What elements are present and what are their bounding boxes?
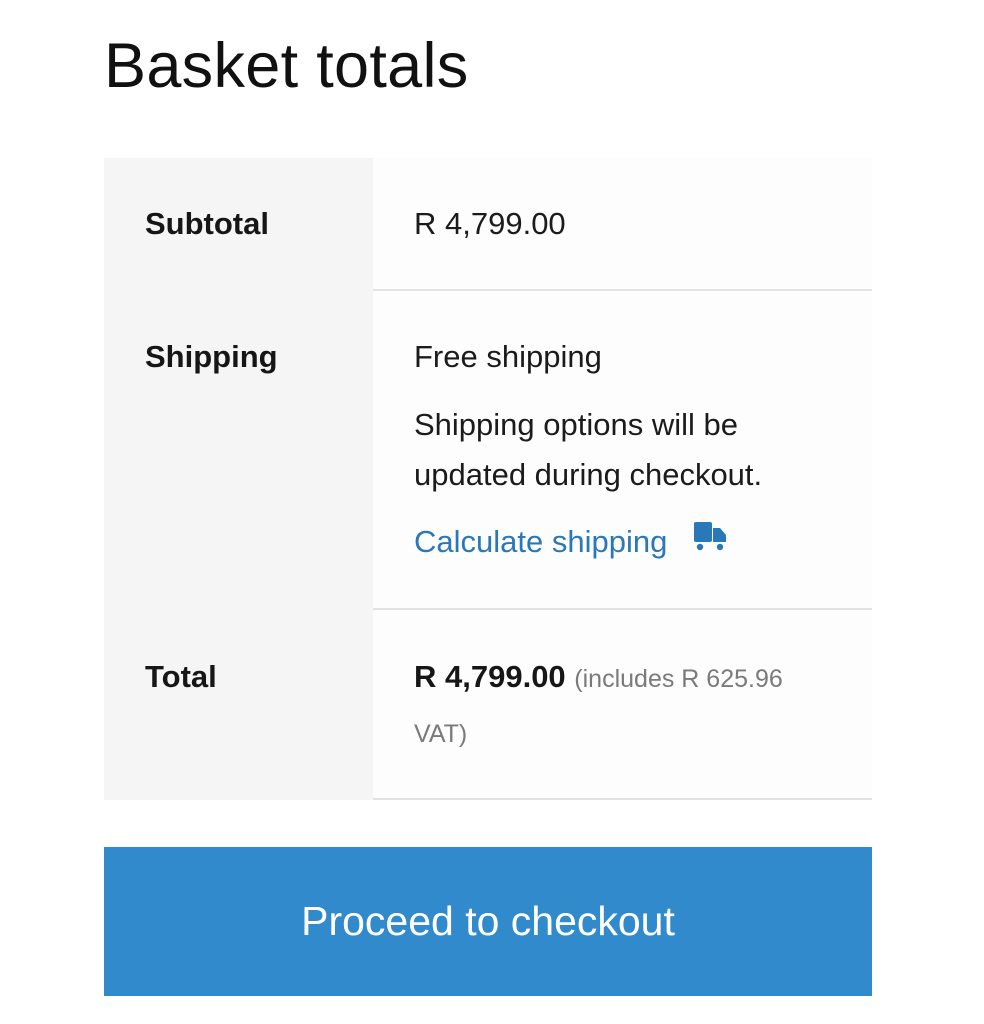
row-divider bbox=[373, 289, 872, 291]
calculate-shipping-link[interactable]: Calculate shipping bbox=[414, 524, 667, 559]
row-divider bbox=[373, 798, 872, 800]
total-value: R 4,799.00 (includes R 625.96 bbox=[414, 659, 783, 695]
shipping-note-line-1: Shipping options will be bbox=[414, 407, 738, 442]
totals-table: Subtotal R 4,799.00 Shipping Free shippi… bbox=[104, 158, 872, 800]
row-divider bbox=[373, 608, 872, 610]
shipping-note-line-2: updated during checkout. bbox=[414, 457, 763, 492]
total-label: Total bbox=[145, 659, 217, 694]
total-amount: R 4,799.00 bbox=[414, 659, 566, 694]
page-title: Basket totals bbox=[104, 31, 469, 101]
label-column bbox=[104, 158, 373, 800]
subtotal-value: R 4,799.00 bbox=[414, 206, 566, 241]
calculate-shipping-link-wrap[interactable]: Calculate shipping bbox=[414, 522, 728, 564]
vat-note-line-2: VAT) bbox=[414, 720, 468, 748]
proceed-to-checkout-button[interactable]: Proceed to checkout bbox=[104, 847, 872, 996]
shipping-label: Shipping bbox=[145, 339, 278, 374]
vat-note-line-1: (includes R 625.96 bbox=[574, 665, 783, 693]
truck-icon bbox=[692, 520, 728, 560]
shipping-method: Free shipping bbox=[414, 339, 602, 374]
subtotal-label: Subtotal bbox=[145, 206, 269, 241]
